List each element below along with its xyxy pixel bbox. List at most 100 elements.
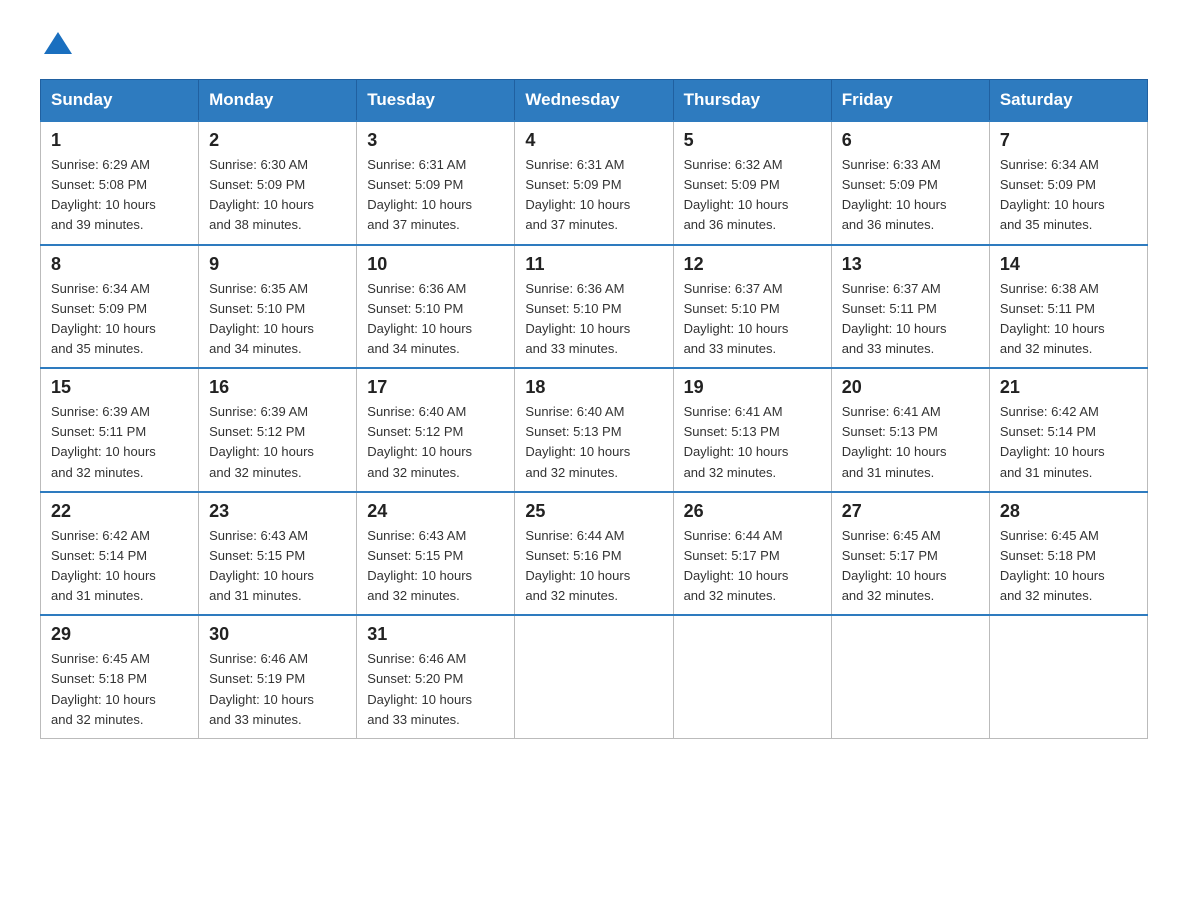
- calendar-cell: 14 Sunrise: 6:38 AMSunset: 5:11 PMDayligh…: [989, 245, 1147, 369]
- day-number: 26: [684, 501, 821, 522]
- day-info: Sunrise: 6:41 AMSunset: 5:13 PMDaylight:…: [684, 402, 821, 483]
- day-number: 8: [51, 254, 188, 275]
- calendar-week-row: 22 Sunrise: 6:42 AMSunset: 5:14 PMDayligh…: [41, 492, 1148, 616]
- day-info: Sunrise: 6:43 AMSunset: 5:15 PMDaylight:…: [209, 526, 346, 607]
- day-number: 1: [51, 130, 188, 151]
- calendar-week-row: 15 Sunrise: 6:39 AMSunset: 5:11 PMDayligh…: [41, 368, 1148, 492]
- calendar-cell: 7 Sunrise: 6:34 AMSunset: 5:09 PMDaylight…: [989, 121, 1147, 245]
- calendar-cell: 16 Sunrise: 6:39 AMSunset: 5:12 PMDayligh…: [199, 368, 357, 492]
- calendar-cell: 24Sunrise: 6:43 AMSunset: 5:15 PMDayligh…: [357, 492, 515, 616]
- calendar-cell: 13 Sunrise: 6:37 AMSunset: 5:11 PMDayligh…: [831, 245, 989, 369]
- day-number: 13: [842, 254, 979, 275]
- calendar-cell: [673, 615, 831, 738]
- day-number: 7: [1000, 130, 1137, 151]
- day-number: 22: [51, 501, 188, 522]
- day-info: Sunrise: 6:29 AMSunset: 5:08 PMDaylight:…: [51, 155, 188, 236]
- day-info: Sunrise: 6:39 AMSunset: 5:11 PMDaylight:…: [51, 402, 188, 483]
- calendar-day-header: Saturday: [989, 80, 1147, 122]
- day-info: Sunrise: 6:36 AMSunset: 5:10 PMDaylight:…: [525, 279, 662, 360]
- calendar-cell: 31Sunrise: 6:46 AMSunset: 5:20 PMDayligh…: [357, 615, 515, 738]
- calendar-cell: 25 Sunrise: 6:44 AMSunset: 5:16 PMDayligh…: [515, 492, 673, 616]
- day-info: Sunrise: 6:40 AMSunset: 5:12 PMDaylight:…: [367, 402, 504, 483]
- calendar-day-header: Tuesday: [357, 80, 515, 122]
- day-info: Sunrise: 6:45 AMSunset: 5:18 PMDaylight:…: [51, 649, 188, 730]
- day-number: 14: [1000, 254, 1137, 275]
- calendar-week-row: 8 Sunrise: 6:34 AMSunset: 5:09 PMDaylight…: [41, 245, 1148, 369]
- calendar-cell: 19 Sunrise: 6:41 AMSunset: 5:13 PMDayligh…: [673, 368, 831, 492]
- calendar-cell: 15 Sunrise: 6:39 AMSunset: 5:11 PMDayligh…: [41, 368, 199, 492]
- day-number: 30: [209, 624, 346, 645]
- day-info: Sunrise: 6:34 AMSunset: 5:09 PMDaylight:…: [51, 279, 188, 360]
- day-info: Sunrise: 6:37 AMSunset: 5:10 PMDaylight:…: [684, 279, 821, 360]
- calendar-cell: 21 Sunrise: 6:42 AMSunset: 5:14 PMDayligh…: [989, 368, 1147, 492]
- calendar-cell: 6Sunrise: 6:33 AMSunset: 5:09 PMDaylight…: [831, 121, 989, 245]
- day-number: 15: [51, 377, 188, 398]
- day-info: Sunrise: 6:32 AMSunset: 5:09 PMDaylight:…: [684, 155, 821, 236]
- day-info: Sunrise: 6:35 AMSunset: 5:10 PMDaylight:…: [209, 279, 346, 360]
- calendar-cell: 1 Sunrise: 6:29 AMSunset: 5:08 PMDaylight…: [41, 121, 199, 245]
- calendar-cell: 10 Sunrise: 6:36 AMSunset: 5:10 PMDayligh…: [357, 245, 515, 369]
- day-info: Sunrise: 6:46 AMSunset: 5:20 PMDaylight:…: [367, 649, 504, 730]
- day-number: 16: [209, 377, 346, 398]
- day-info: Sunrise: 6:46 AMSunset: 5:19 PMDaylight:…: [209, 649, 346, 730]
- day-number: 23: [209, 501, 346, 522]
- day-info: Sunrise: 6:44 AMSunset: 5:17 PMDaylight:…: [684, 526, 821, 607]
- calendar-cell: 12 Sunrise: 6:37 AMSunset: 5:10 PMDayligh…: [673, 245, 831, 369]
- day-number: 10: [367, 254, 504, 275]
- day-number: 4: [525, 130, 662, 151]
- calendar-day-header: Thursday: [673, 80, 831, 122]
- calendar-cell: 28Sunrise: 6:45 AMSunset: 5:18 PMDayligh…: [989, 492, 1147, 616]
- calendar-cell: 22 Sunrise: 6:42 AMSunset: 5:14 PMDayligh…: [41, 492, 199, 616]
- calendar-cell: 11 Sunrise: 6:36 AMSunset: 5:10 PMDayligh…: [515, 245, 673, 369]
- day-number: 11: [525, 254, 662, 275]
- calendar-cell: 27 Sunrise: 6:45 AMSunset: 5:17 PMDayligh…: [831, 492, 989, 616]
- day-info: Sunrise: 6:38 AMSunset: 5:11 PMDaylight:…: [1000, 279, 1137, 360]
- day-info: Sunrise: 6:42 AMSunset: 5:14 PMDaylight:…: [1000, 402, 1137, 483]
- calendar-cell: [989, 615, 1147, 738]
- calendar-cell: 29 Sunrise: 6:45 AMSunset: 5:18 PMDayligh…: [41, 615, 199, 738]
- day-info: Sunrise: 6:43 AMSunset: 5:15 PMDaylight:…: [367, 526, 504, 607]
- day-info: Sunrise: 6:45 AMSunset: 5:17 PMDaylight:…: [842, 526, 979, 607]
- day-info: Sunrise: 6:31 AMSunset: 5:09 PMDaylight:…: [367, 155, 504, 236]
- calendar-week-row: 29 Sunrise: 6:45 AMSunset: 5:18 PMDayligh…: [41, 615, 1148, 738]
- day-info: Sunrise: 6:42 AMSunset: 5:14 PMDaylight:…: [51, 526, 188, 607]
- calendar-cell: 26 Sunrise: 6:44 AMSunset: 5:17 PMDayligh…: [673, 492, 831, 616]
- day-number: 21: [1000, 377, 1137, 398]
- day-info: Sunrise: 6:34 AMSunset: 5:09 PMDaylight:…: [1000, 155, 1137, 236]
- day-info: Sunrise: 6:30 AMSunset: 5:09 PMDaylight:…: [209, 155, 346, 236]
- calendar-cell: [831, 615, 989, 738]
- day-number: 5: [684, 130, 821, 151]
- day-number: 28: [1000, 501, 1137, 522]
- day-info: Sunrise: 6:37 AMSunset: 5:11 PMDaylight:…: [842, 279, 979, 360]
- calendar-cell: 8 Sunrise: 6:34 AMSunset: 5:09 PMDaylight…: [41, 245, 199, 369]
- day-info: Sunrise: 6:41 AMSunset: 5:13 PMDaylight:…: [842, 402, 979, 483]
- day-number: 18: [525, 377, 662, 398]
- page-header: [40, 30, 1148, 59]
- day-number: 6: [842, 130, 979, 151]
- day-number: 25: [525, 501, 662, 522]
- day-number: 19: [684, 377, 821, 398]
- day-number: 20: [842, 377, 979, 398]
- day-number: 12: [684, 254, 821, 275]
- logo: [40, 30, 72, 59]
- day-number: 17: [367, 377, 504, 398]
- day-info: Sunrise: 6:44 AMSunset: 5:16 PMDaylight:…: [525, 526, 662, 607]
- calendar-table: SundayMondayTuesdayWednesdayThursdayFrid…: [40, 79, 1148, 739]
- day-info: Sunrise: 6:39 AMSunset: 5:12 PMDaylight:…: [209, 402, 346, 483]
- calendar-cell: 5 Sunrise: 6:32 AMSunset: 5:09 PMDaylight…: [673, 121, 831, 245]
- calendar-cell: 4 Sunrise: 6:31 AMSunset: 5:09 PMDaylight…: [515, 121, 673, 245]
- calendar-cell: 23 Sunrise: 6:43 AMSunset: 5:15 PMDayligh…: [199, 492, 357, 616]
- day-number: 29: [51, 624, 188, 645]
- day-number: 9: [209, 254, 346, 275]
- day-info: Sunrise: 6:36 AMSunset: 5:10 PMDaylight:…: [367, 279, 504, 360]
- day-number: 27: [842, 501, 979, 522]
- day-info: Sunrise: 6:31 AMSunset: 5:09 PMDaylight:…: [525, 155, 662, 236]
- calendar-cell: 3Sunrise: 6:31 AMSunset: 5:09 PMDaylight…: [357, 121, 515, 245]
- calendar-cell: [515, 615, 673, 738]
- calendar-header-row: SundayMondayTuesdayWednesdayThursdayFrid…: [41, 80, 1148, 122]
- calendar-day-header: Sunday: [41, 80, 199, 122]
- calendar-day-header: Friday: [831, 80, 989, 122]
- calendar-cell: 18 Sunrise: 6:40 AMSunset: 5:13 PMDayligh…: [515, 368, 673, 492]
- day-info: Sunrise: 6:40 AMSunset: 5:13 PMDaylight:…: [525, 402, 662, 483]
- calendar-cell: 20 Sunrise: 6:41 AMSunset: 5:13 PMDayligh…: [831, 368, 989, 492]
